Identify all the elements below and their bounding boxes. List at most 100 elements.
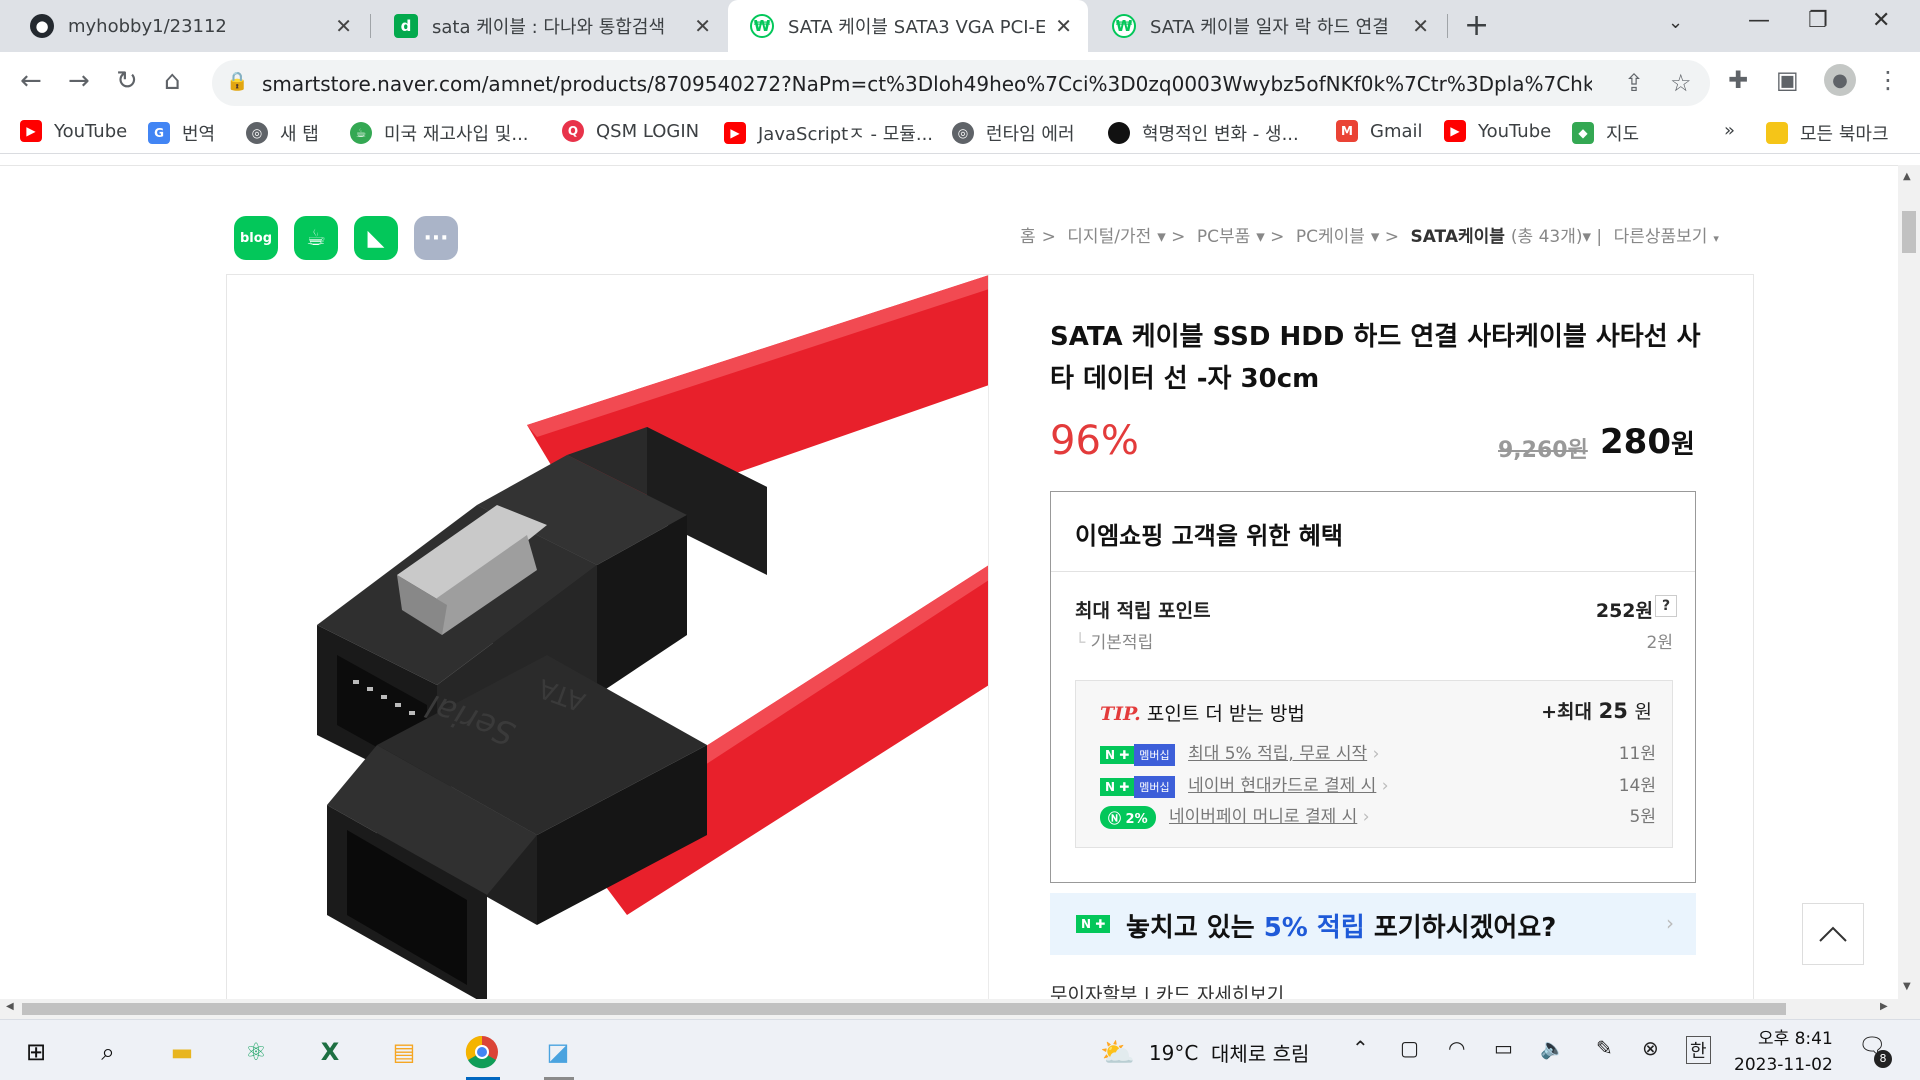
profile-icon[interactable]: ● (1824, 64, 1856, 96)
scroll-to-top-button[interactable] (1802, 903, 1864, 965)
scroll-down-icon[interactable]: ▼ (1903, 981, 1911, 992)
window-close-icon[interactable]: ✕ (1872, 8, 1890, 33)
youtube-icon: ▶ (724, 122, 746, 144)
ime-indicator[interactable]: 한 (1686, 1036, 1711, 1064)
extensions-icon[interactable]: ✚ (1728, 66, 1748, 94)
horizontal-scrollbar[interactable]: ◀ ▶ (0, 999, 1920, 1019)
help-icon[interactable]: ? (1655, 595, 1677, 617)
tip-row-npay[interactable]: Ⓝ 2% 네이버페이 머니로 결제 시 › 5원 (1100, 802, 1656, 829)
original-price: 9,260원 (1498, 438, 1588, 463)
translate-icon: G (148, 122, 170, 144)
address-bar[interactable]: 🔒 smartstore.naver.com/amnet/products/87… (212, 60, 1710, 106)
notes-app-icon[interactable]: ▤ (384, 1032, 424, 1072)
breadcrumb: 홈 > 디지털/가전 ▾ > PC부품 ▾ > PC케이블 ▾ > SATA케이블 (총 … (1020, 227, 1719, 247)
bookmark-youtube-2[interactable]: ▶ YouTube (1444, 120, 1551, 142)
vertical-scrollbar[interactable]: ▲ ▼ (1898, 165, 1920, 999)
more-share-icon[interactable]: ··· (414, 216, 458, 260)
breadcrumb-digital[interactable]: 디지털/가전 (1067, 227, 1151, 247)
side-panel-icon[interactable]: ▣ (1776, 66, 1799, 94)
file-explorer-icon[interactable]: ▬ (162, 1032, 202, 1072)
tip-box: TIP. 포인트 더 받는 방법 +최대 25 원 N ✚ 멤버십 최대 5% 적… (1075, 680, 1673, 848)
app-window-icon[interactable]: ◪ (538, 1032, 578, 1072)
star-icon[interactable]: ☆ (1670, 69, 1692, 97)
naver-plus-badge: N ✚ (1076, 913, 1111, 933)
youtube-icon: ▶ (1444, 120, 1466, 142)
forward-icon[interactable]: → (68, 66, 90, 96)
close-icon[interactable]: ✕ (1055, 14, 1072, 38)
bookmarks-overflow[interactable]: » (1724, 120, 1735, 141)
scroll-right-icon[interactable]: ▶ (1880, 1001, 1888, 1012)
bookmark-runtime-error[interactable]: ◎ 런타임 에러 (952, 120, 1075, 146)
reload-icon[interactable]: ↻ (116, 66, 138, 96)
bookmark-qsm[interactable]: Q QSM LOGIN (562, 120, 699, 142)
chevron-up-icon[interactable]: ⌃ (1352, 1036, 1369, 1060)
sale-price: 280원 (1600, 422, 1695, 462)
blocked-icon[interactable]: ⊗ (1642, 1036, 1659, 1060)
battery-icon[interactable]: ▭ (1494, 1036, 1513, 1060)
scrollbar-thumb[interactable] (22, 1003, 1786, 1015)
windows-start-icon[interactable]: ⊞ (16, 1032, 56, 1072)
excel-icon[interactable]: X (310, 1032, 350, 1072)
blog-share-icon[interactable]: blog (234, 216, 278, 260)
bookmark-translate[interactable]: G 번역 (148, 120, 215, 146)
weather-widget[interactable]: ⛅ 19°C 대체로 흐림 (1100, 1036, 1309, 1069)
tab-search-icon[interactable]: ⌄ (1668, 12, 1683, 33)
bookmark-maps[interactable]: ◆ 지도 (1572, 120, 1639, 146)
home-icon[interactable]: ⌂ (164, 66, 181, 96)
atom-icon[interactable]: ⚛ (236, 1032, 276, 1072)
tab-danawa[interactable]: d sata 케이블 : 다나와 통합검색 ✕ (372, 0, 727, 52)
tip-row-hyundai-card[interactable]: N ✚ 멤버십 네이버 현대카드로 결제 시 › 14원 (1100, 771, 1656, 798)
scrollbar-thumb[interactable] (1902, 211, 1916, 253)
breadcrumb-home[interactable]: 홈 (1020, 227, 1036, 247)
bookmark-javascript[interactable]: ▶ JavaScriptㅈ - 모듈... (724, 120, 933, 146)
scroll-up-icon[interactable]: ▲ (1903, 171, 1911, 182)
tab-title: SATA 케이블 SATA3 VGA PCI-E (788, 17, 1046, 38)
volume-icon[interactable]: 🔈 (1540, 1036, 1565, 1060)
bookmark-youtube[interactable]: ▶ YouTube (20, 120, 127, 142)
bookmarks-bar: ▶ YouTube G 번역 ◎ 새 탭 ☕ 미국 재고사입 및... Q QSM LOG… (0, 112, 1920, 154)
breadcrumb-sata-cable[interactable]: SATA케이블 (1410, 227, 1504, 247)
installment-info[interactable]: 무이자할부 | 카드 자세히보기 (1050, 980, 1284, 999)
other-products-link[interactable]: 다른상품보기 (1614, 227, 1708, 247)
close-icon[interactable]: ✕ (694, 14, 711, 38)
tip-row-membership[interactable]: N ✚ 멤버십 최대 5% 적립, 무료 시작 › 11원 (1100, 739, 1656, 766)
close-icon[interactable]: ✕ (1412, 14, 1429, 38)
notification-icon[interactable]: 🗨 8 (1858, 1034, 1892, 1068)
new-tab-icon[interactable]: + (1464, 8, 1489, 43)
all-bookmarks[interactable]: 모든 북마크 (1766, 120, 1889, 146)
discount-rate: 96% (1050, 418, 1139, 464)
chrome-icon[interactable] (462, 1032, 502, 1072)
scroll-left-icon[interactable]: ◀ (6, 1001, 14, 1012)
minimize-icon[interactable]: — (1748, 8, 1770, 33)
bookmark-new-tab[interactable]: ◎ 새 탭 (246, 120, 319, 146)
lock-icon[interactable]: 🔒 (226, 71, 248, 92)
breadcrumb-pc-parts[interactable]: PC부품 (1197, 227, 1250, 247)
search-icon[interactable]: ⌕ (88, 1032, 128, 1072)
cloudy-icon: ⛅ (1100, 1036, 1135, 1069)
menu-icon[interactable]: ⋮ (1876, 66, 1900, 94)
close-icon[interactable]: ✕ (335, 14, 352, 38)
bookmark-gmail[interactable]: M Gmail (1336, 120, 1423, 142)
pen-icon[interactable]: ✎ (1596, 1036, 1613, 1060)
cup-icon: ☕ (350, 122, 372, 144)
breadcrumb-pc-cable[interactable]: PC케이블 (1296, 227, 1365, 247)
page-content: blog ☕ ◣ ··· 홈 > 디지털/가전 ▾ > PC부품 ▾ > PC케이블 ▾… (0, 165, 1898, 999)
bookmark-us-stock[interactable]: ☕ 미국 재고사입 및... (350, 120, 529, 146)
restore-icon[interactable]: ❐ (1808, 8, 1828, 33)
wifi-icon[interactable]: ◠ (1448, 1036, 1465, 1060)
product-image[interactable]: Serial ATA (227, 275, 989, 999)
tab-title: SATA 케이블 일자 락 하드 연결 (1150, 17, 1389, 38)
tab-product-2[interactable]: ₩ SATA 케이블 일자 락 하드 연결 ✕ (1090, 0, 1445, 52)
meet-icon[interactable]: ▢ (1400, 1036, 1419, 1060)
membership-promo-banner[interactable]: N ✚ 놓치고 있는 5% 적립 포기하시겠어요? › (1050, 893, 1696, 955)
tab-active-product[interactable]: ₩ SATA 케이블 SATA3 VGA PCI-E ✕ (728, 0, 1088, 52)
chevron-up-icon (1819, 926, 1847, 942)
clock[interactable]: 오후 8:41 2023-11-02 (1734, 1026, 1833, 1078)
bookmark-revolution[interactable]: 혁명적인 변화 - 생... (1108, 120, 1299, 146)
back-icon[interactable]: ← (20, 66, 42, 96)
share-icon[interactable]: ⇪ (1624, 69, 1644, 97)
url-text[interactable]: smartstore.naver.com/amnet/products/8709… (262, 72, 1592, 96)
cafe-share-icon[interactable]: ☕ (294, 216, 338, 260)
bookmark-share-icon[interactable]: ◣ (354, 216, 398, 260)
tab-github[interactable]: ● myhobby1/23112 ✕ (8, 0, 368, 52)
